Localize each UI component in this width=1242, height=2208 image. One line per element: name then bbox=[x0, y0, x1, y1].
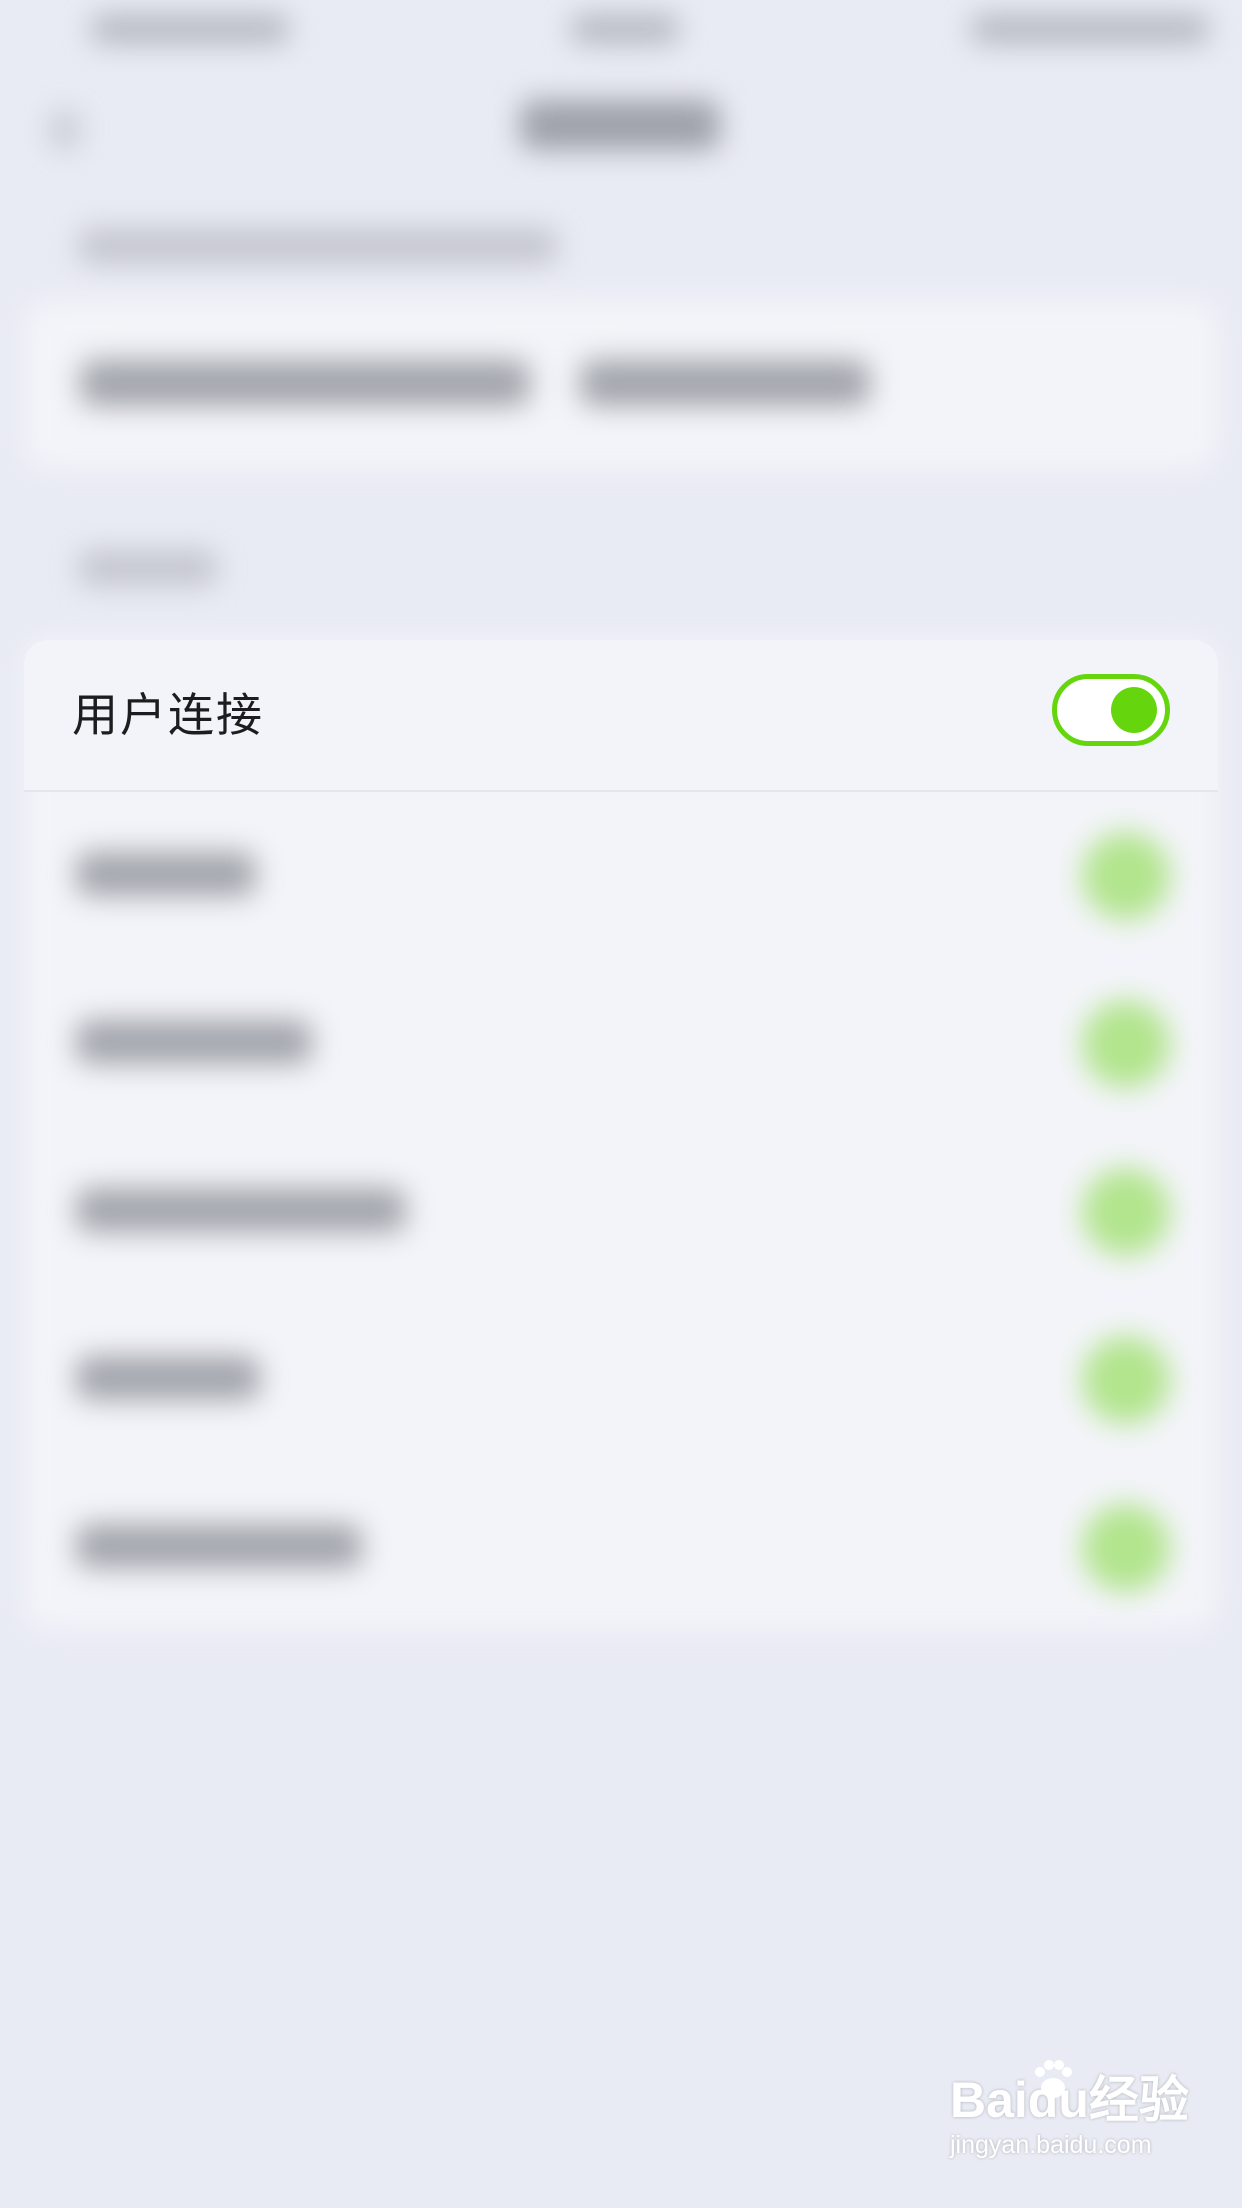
top-panel-text-2-blur bbox=[580, 360, 870, 406]
baidu-watermark: Baidu经验 jingyan.baidu.com bbox=[950, 2060, 1200, 2160]
back-arrow-blur bbox=[50, 110, 80, 150]
watermark-main-text: Baidu经验 bbox=[950, 2072, 1189, 2128]
user-connection-row: 用户连接 bbox=[24, 640, 1218, 792]
settings-screen: 用户连接 Baidu经验 jingyan.baidu.com bbox=[0, 0, 1242, 2208]
nav-title-blur bbox=[520, 100, 720, 150]
baidu-paw-icon bbox=[1035, 2060, 1072, 2098]
watermark-sub-text: jingyan.baidu.com bbox=[950, 2131, 1152, 2159]
row-5-label-blur bbox=[76, 1356, 260, 1400]
row-2-toggle-blur bbox=[1082, 832, 1170, 920]
blurred-background bbox=[0, 0, 1242, 2208]
top-panel-text-1-blur bbox=[80, 360, 530, 406]
row-5-toggle-blur bbox=[1082, 1336, 1170, 1424]
row-6-toggle-blur bbox=[1082, 1504, 1170, 1592]
row-4-toggle-blur bbox=[1082, 1168, 1170, 1256]
status-bar-time-blur bbox=[570, 14, 680, 44]
row-6-label-blur bbox=[76, 1524, 362, 1568]
status-bar-right-blur bbox=[970, 14, 1210, 44]
section-description-blur bbox=[78, 228, 558, 264]
user-connection-toggle[interactable] bbox=[1052, 674, 1170, 746]
row-4-label-blur bbox=[76, 1188, 406, 1232]
user-connection-label: 用户连接 bbox=[72, 688, 264, 742]
status-bar-left-blur bbox=[90, 14, 290, 44]
row-2-label-blur bbox=[76, 852, 256, 896]
row-3-toggle-blur bbox=[1082, 1000, 1170, 1088]
toggle-knob bbox=[1111, 687, 1157, 733]
row-3-label-blur bbox=[76, 1020, 312, 1064]
section-header-blur bbox=[78, 550, 218, 586]
